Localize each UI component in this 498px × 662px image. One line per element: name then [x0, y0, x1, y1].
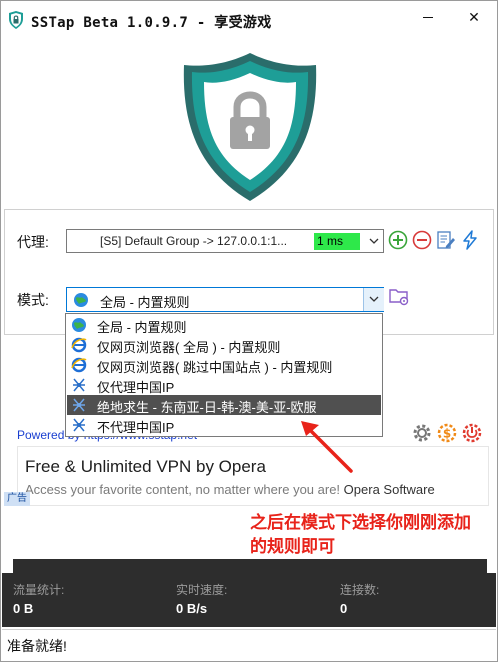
- mode-label: 模式:: [17, 292, 49, 308]
- app-window: SSTap Beta 1.0.9.7 - 享受游戏 ✕ 代理: [S5] Def…: [0, 0, 498, 662]
- proxy-value: [S5] Default Group -> 127.0.0.1:1...: [100, 234, 288, 248]
- globe-icon: [72, 318, 86, 332]
- network-icon: [73, 398, 85, 412]
- globe-icon: [74, 293, 88, 307]
- traffic-label: 流量统计:: [13, 583, 65, 597]
- proxy-select[interactable]: [S5] Default Group -> 127.0.0.1:1... 1 m…: [66, 229, 384, 253]
- annotation-line: 之后在模式下选择你刚刚添加: [250, 513, 471, 532]
- remove-proxy-icon[interactable]: [412, 230, 432, 250]
- graph-bar: [13, 559, 487, 573]
- mode-select[interactable]: 全局 - 内置规则: [66, 287, 384, 312]
- proxy-label: 代理:: [17, 234, 49, 250]
- mode-option-label: 不代理中国IP: [97, 420, 175, 435]
- close-icon: ✕: [468, 8, 480, 25]
- add-proxy-icon[interactable]: [388, 230, 408, 250]
- connections-value: 0: [340, 601, 348, 616]
- svg-text:$: $: [443, 427, 451, 441]
- ad-subtitle: Access your favorite content, no matter …: [25, 482, 435, 497]
- mode-option[interactable]: 仅网页浏览器( 全局 ) - 内置规则: [67, 335, 381, 355]
- gear-icon[interactable]: [412, 423, 432, 443]
- status-bar: 准备就绪!: [2, 629, 496, 661]
- speed-value: 0 B/s: [176, 601, 208, 616]
- annotation-line: 的规则即可: [250, 537, 335, 556]
- mode-dropdown-button[interactable]: [363, 288, 384, 311]
- mode-option[interactable]: 仅网页浏览器( 跳过中国站点 ) - 内置规则: [67, 355, 381, 375]
- title-bar: SSTap Beta 1.0.9.7 - 享受游戏 ✕: [1, 1, 497, 41]
- mode-option-label: 仅代理中国IP: [97, 380, 175, 395]
- mode-option-label: 仅网页浏览器( 全局 ) - 内置规则: [97, 340, 281, 355]
- minimize-icon: [423, 16, 433, 18]
- ad-title: Free & Unlimited VPN by Opera: [25, 457, 266, 476]
- connections-label: 连接数:: [340, 583, 380, 597]
- chevron-down-icon: [369, 296, 379, 302]
- chevron-down-icon: [369, 238, 379, 244]
- mode-option[interactable]: 仅代理中国IP: [67, 375, 381, 395]
- mode-option-label: 全局 - 内置规则: [97, 320, 187, 335]
- mode-option-label: 仅网页浏览器( 跳过中国站点 ) - 内置规则: [97, 360, 333, 375]
- stats-panel: 流量统计: 0 B 实时速度: 0 B/s 连接数: 0: [2, 573, 496, 627]
- mode-option[interactable]: 全局 - 内置规则: [67, 315, 381, 335]
- close-button[interactable]: ✕: [451, 1, 497, 33]
- window-title: SSTap Beta 1.0.9.7 - 享受游戏: [31, 15, 272, 31]
- status-text: 准备就绪!: [7, 638, 67, 654]
- network-icon: [73, 378, 85, 392]
- ad-tag: 广告: [4, 492, 30, 506]
- shield-lock-logo: [183, 53, 317, 201]
- ad-subtitle-text: Access your favorite content, no matter …: [25, 482, 341, 497]
- traffic-value: 0 B: [13, 601, 34, 616]
- mode-value: 全局 - 内置规则: [100, 295, 190, 310]
- rule-settings-icon[interactable]: [388, 286, 410, 306]
- annotation-arrow: [301, 421, 353, 473]
- minimize-button[interactable]: [405, 1, 451, 33]
- donate-icon[interactable]: $: [437, 423, 457, 443]
- annotation-text: 之后在模式下选择你刚刚添加 的规则即可: [250, 511, 498, 559]
- banner: [2, 41, 496, 209]
- edit-proxy-icon[interactable]: [436, 230, 456, 250]
- lightning-icon[interactable]: [460, 230, 480, 250]
- ie-icon: [71, 357, 87, 373]
- network-icon: [73, 418, 85, 432]
- sstap-shield-icon: [9, 11, 23, 29]
- ad-banner[interactable]: Free & Unlimited VPN by Opera Access you…: [17, 446, 489, 506]
- mode-option-label: 绝地求生 - 东南亚-日-韩-澳-美-亚-欧服: [97, 400, 317, 415]
- power-icon[interactable]: [462, 423, 482, 443]
- latency-badge: 1 ms: [314, 233, 360, 250]
- ie-icon: [71, 337, 87, 353]
- speed-label: 实时速度:: [176, 583, 228, 597]
- ad-brand: Opera Software: [343, 482, 435, 497]
